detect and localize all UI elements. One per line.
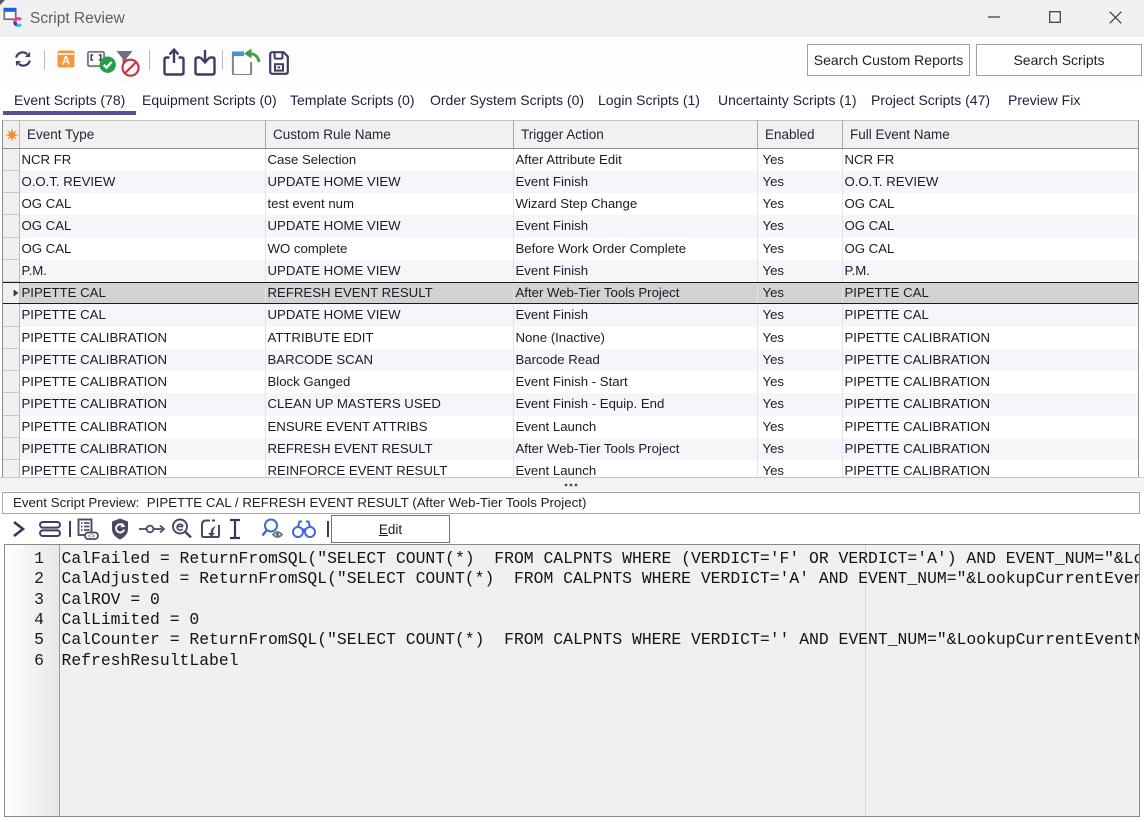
svg-text:A: A [62,56,70,68]
svg-text:<>: <> [88,534,96,540]
